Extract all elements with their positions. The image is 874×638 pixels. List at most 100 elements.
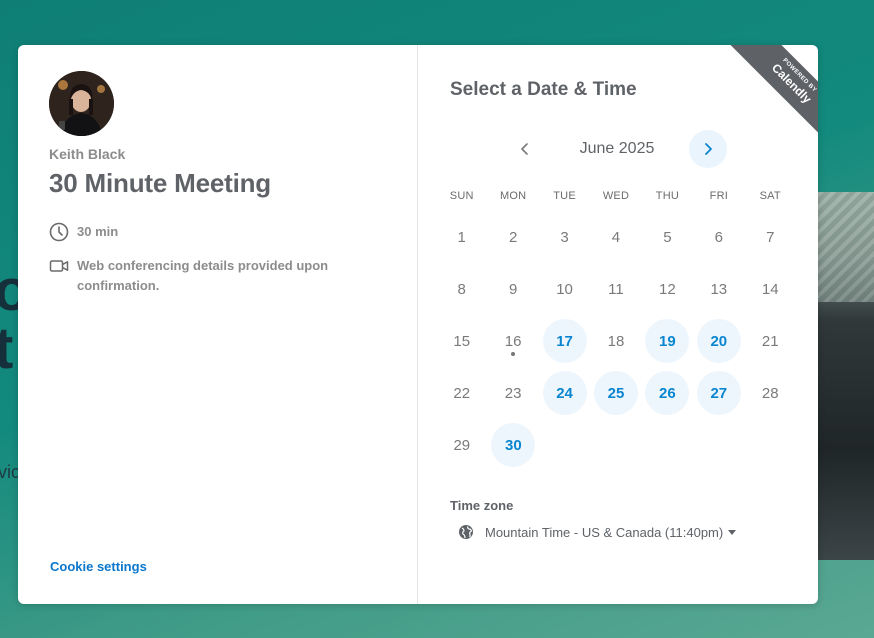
caret-down-icon: [728, 529, 737, 535]
unavailable-date: 4: [611, 228, 621, 246]
calendly-badge[interactable]: POWERED BY Calendly: [723, 45, 818, 152]
calendar-cell: 20: [693, 315, 744, 367]
calendar-cell: 26: [642, 367, 693, 419]
unavailable-date: 28: [761, 384, 779, 402]
available-date-button[interactable]: 27: [696, 371, 741, 415]
unavailable-date: 7: [766, 228, 775, 246]
calendar-cell: 22: [436, 367, 487, 419]
calendar-cell: 16: [487, 315, 538, 367]
timezone-label: Time zone: [450, 498, 514, 513]
host-name: Keith Black: [49, 146, 126, 162]
calendar-cell: 29: [436, 419, 488, 471]
calendar-cell: 27: [693, 367, 744, 419]
calendar-cell: 12: [642, 263, 693, 315]
calendar-cell: 23: [487, 367, 538, 419]
globe-icon: [459, 525, 473, 539]
unavailable-date: 23: [504, 384, 522, 402]
duration-row: 30 min: [49, 222, 118, 242]
calendar-cell: 19: [642, 315, 693, 367]
calendar-cell: 30: [488, 419, 540, 471]
timezone-value: Mountain Time - US & Canada (11:40pm): [485, 524, 724, 540]
unavailable-date: 16: [491, 319, 535, 363]
select-date-title: Select a Date & Time: [450, 79, 637, 100]
calendar-cell: 21: [745, 315, 796, 367]
unavailable-date: 12: [659, 280, 676, 298]
calendar-week: 8 9 10 11 12 13 14: [436, 263, 796, 315]
unavailable-date: 13: [710, 280, 728, 298]
calendly-brand-text: Calendly: [768, 60, 815, 107]
unavailable-date: 18: [607, 332, 625, 350]
calendar-cell: 15: [436, 315, 487, 367]
cookie-settings-link[interactable]: Cookie settings: [50, 559, 147, 574]
calendar-cell: 10: [539, 263, 590, 315]
calendar-week: 1 2 3 4 5 6 7: [436, 211, 796, 263]
unavailable-date: 2: [508, 228, 518, 246]
unavailable-date: 9: [508, 280, 518, 298]
powered-by-ribbon[interactable]: POWERED BY Calendly: [708, 45, 818, 155]
calendar-cell: 4: [590, 211, 641, 263]
unavailable-date: 29: [453, 436, 471, 454]
unavailable-date: 11: [608, 280, 624, 298]
calendar-cell: 9: [487, 263, 538, 315]
calendar-week: 29 30: [436, 419, 796, 471]
unavailable-date: 3: [560, 228, 569, 246]
video-camera-icon: [49, 260, 69, 272]
weekday-label: FRI: [709, 190, 728, 202]
available-date-button[interactable]: 20: [696, 319, 741, 363]
unavailable-date: 21: [761, 332, 779, 350]
weekday-label: SAT: [759, 190, 781, 202]
calendar-cell: 25: [590, 367, 641, 419]
previous-month-button[interactable]: [506, 130, 544, 168]
calendar-cell: 28: [745, 367, 796, 419]
unavailable-date: 5: [663, 228, 672, 246]
event-details-panel: Keith Black 30 Minute Meeting 30 min Web…: [18, 45, 418, 604]
background-photo: [818, 192, 874, 560]
available-date-button[interactable]: 19: [645, 319, 690, 363]
weekday-label: THU: [655, 190, 679, 202]
location-row: Web conferencing details provided upon c…: [49, 256, 379, 296]
calendar-cell: 18: [590, 315, 641, 367]
calendar-cell: 7: [745, 211, 796, 263]
calendar-cell: 6: [693, 211, 744, 263]
weekday-label: WED: [602, 190, 630, 202]
calendar-week: 22 23 24 25 26 27 28: [436, 367, 796, 419]
unavailable-date: 1: [457, 228, 466, 246]
unavailable-date: 10: [556, 280, 573, 298]
calendar-cell: 13: [693, 263, 744, 315]
calendar-cell: 2: [487, 211, 538, 263]
calendar-week: 15 16 17 18 19 20 21: [436, 315, 796, 367]
clock-icon: [49, 222, 69, 242]
calendar-cell: 3: [539, 211, 590, 263]
calendar-cell: 11: [590, 263, 641, 315]
unavailable-date: 6: [714, 228, 723, 246]
weekday-label: MON: [500, 190, 527, 202]
unavailable-date: 8: [457, 280, 466, 298]
duration-text: 30 min: [77, 224, 119, 239]
unavailable-date: 22: [453, 384, 471, 402]
weekday-header: SUN MON TUE WED THU FRI SAT: [436, 190, 796, 202]
timezone-select[interactable]: Mountain Time - US & Canada (11:40pm): [458, 521, 737, 543]
background-headline-fragment: t: [0, 316, 14, 381]
event-title: 30 Minute Meeting: [49, 168, 271, 198]
weekday-label: TUE: [553, 190, 576, 202]
available-date-button[interactable]: 24: [542, 371, 587, 415]
available-date-button[interactable]: 17: [542, 319, 587, 363]
available-date-button[interactable]: 26: [645, 371, 690, 415]
unavailable-date: 14: [761, 280, 779, 298]
date-picker-panel: Select a Date & Time June 2025 SUN MON TUE…: [418, 45, 818, 604]
calendar-cell: 17: [539, 315, 590, 367]
month-label: June 2025: [579, 140, 655, 157]
calendar-cell: 24: [539, 367, 590, 419]
available-date-button[interactable]: 25: [593, 371, 638, 415]
calendar-cell: 1: [436, 211, 487, 263]
weekday-label: SUN: [449, 190, 474, 202]
scheduling-card: Keith Black 30 Minute Meeting 30 min Web…: [18, 45, 818, 604]
available-date-button[interactable]: 30: [491, 423, 536, 467]
calendar-cell: 8: [436, 263, 487, 315]
avatar: [49, 71, 114, 136]
unavailable-date: 15: [453, 332, 471, 350]
calendar-cell: 14: [745, 263, 796, 315]
location-note: Web conferencing details provided upon c…: [77, 258, 329, 293]
calendar-cell: 5: [642, 211, 693, 263]
background-body-fragment: vic: [0, 462, 20, 482]
